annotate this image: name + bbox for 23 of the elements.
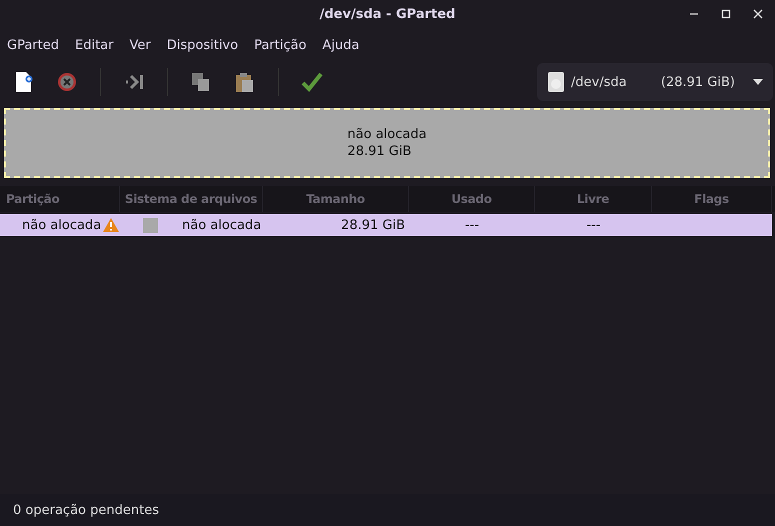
menu-item[interactable]: Editar	[75, 38, 114, 52]
device-dropdown[interactable]: /dev/sda (28.91 GiB)	[537, 63, 773, 101]
menu-item[interactable]: Ajuda	[322, 38, 360, 52]
menu-item[interactable]: Ver	[130, 38, 151, 52]
partition-block[interactable]: não alocada 28.91 GiB	[4, 108, 770, 178]
table-cell: ---	[464, 218, 480, 232]
table-cell: não alocada	[22, 218, 102, 232]
table-cell: 28.91 GiB	[341, 218, 405, 232]
copy-icon[interactable]	[190, 71, 212, 93]
menu-item[interactable]: Dispositivo	[166, 38, 238, 52]
window-title: /dev/sda - GParted	[320, 6, 456, 22]
dropdown-arrow-icon	[753, 79, 763, 85]
checkmark-icon[interactable]	[301, 71, 323, 93]
table-cell: não alocada	[182, 218, 262, 232]
status-text: 0 operação pendentes	[13, 502, 159, 518]
maximize-icon[interactable]	[721, 9, 731, 19]
table-cell: ---	[586, 218, 601, 232]
delete-icon[interactable]	[56, 71, 78, 93]
close-icon[interactable]	[753, 9, 763, 19]
menu-item[interactable]: Partição	[254, 38, 306, 52]
new-document-icon[interactable]	[14, 71, 34, 93]
menu-item[interactable]: GParted	[7, 38, 59, 52]
paste-icon[interactable]	[234, 71, 256, 93]
